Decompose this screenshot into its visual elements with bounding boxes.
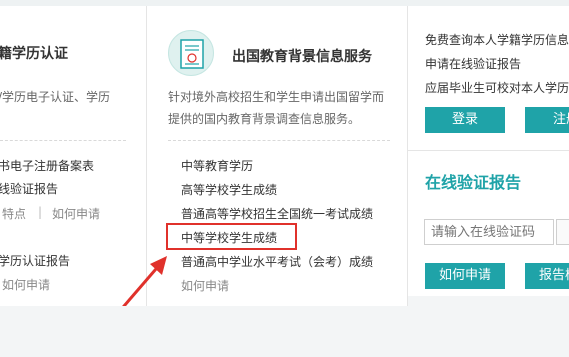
top-strip bbox=[0, 0, 569, 6]
middle-description-line-1: 针对境外高校招生和学生申请出国留学而 bbox=[168, 90, 385, 104]
right-separator bbox=[408, 150, 569, 151]
left-column-title: 籍学历认证 bbox=[0, 46, 68, 62]
verification-code-input[interactable] bbox=[424, 219, 554, 245]
left-column-description: /学历电子认证、学历 bbox=[0, 90, 111, 104]
how-to-apply-button[interactable]: 如何申请 bbox=[425, 263, 505, 289]
right-line-graduates: 应届毕业生可校对本人学历 bbox=[425, 81, 569, 95]
left-divider bbox=[0, 140, 126, 141]
register-button[interactable]: 注册 bbox=[525, 107, 569, 133]
service-gaokao-scores[interactable]: 普通高等学校招生全国统一考试成绩 bbox=[181, 205, 373, 222]
left-link-separator: | bbox=[38, 205, 43, 219]
verify-submit-button[interactable] bbox=[556, 219, 569, 245]
verify-report-title: 在线验证报告 bbox=[425, 173, 522, 192]
column-divider-right bbox=[407, 6, 408, 306]
bottom-band bbox=[0, 306, 569, 357]
middle-link-apply[interactable]: 如何申请 bbox=[181, 277, 229, 294]
column-divider-left bbox=[146, 6, 147, 306]
middle-divider bbox=[168, 140, 390, 141]
middle-column-title: 出国教育背景信息服务 bbox=[232, 49, 372, 65]
highlight-box bbox=[166, 223, 297, 250]
right-bottom-band bbox=[408, 296, 569, 308]
certificate-icon bbox=[168, 30, 214, 76]
service-secondary-education[interactable]: 中等教育学历 bbox=[181, 157, 253, 174]
middle-description-line-2: 提供的国内教育背景调查信息服务。 bbox=[168, 112, 361, 126]
right-line-apply-report: 申请在线验证报告 bbox=[425, 57, 522, 71]
left-link-apply-1[interactable]: 如何申请 bbox=[52, 205, 100, 222]
left-item-degree-report[interactable]: 学历认证报告 bbox=[0, 252, 70, 269]
service-academic-proficiency-test[interactable]: 普通高中学业水平考试（会考）成绩 bbox=[181, 253, 373, 270]
left-link-apply-2[interactable]: 如何申请 bbox=[2, 276, 50, 293]
service-university-transcript[interactable]: 高等学校学生成绩 bbox=[181, 181, 277, 198]
login-button[interactable]: 登录 bbox=[425, 107, 505, 133]
left-item-online-report[interactable]: 线验证报告 bbox=[0, 180, 58, 197]
left-item-certificate[interactable]: 书电子注册备案表 bbox=[0, 157, 94, 174]
left-link-features[interactable]: 特点 bbox=[2, 205, 26, 222]
right-line-query: 免费查询本人学籍学历信息 bbox=[425, 33, 569, 47]
report-sample-button[interactable]: 报告样 bbox=[525, 263, 569, 289]
